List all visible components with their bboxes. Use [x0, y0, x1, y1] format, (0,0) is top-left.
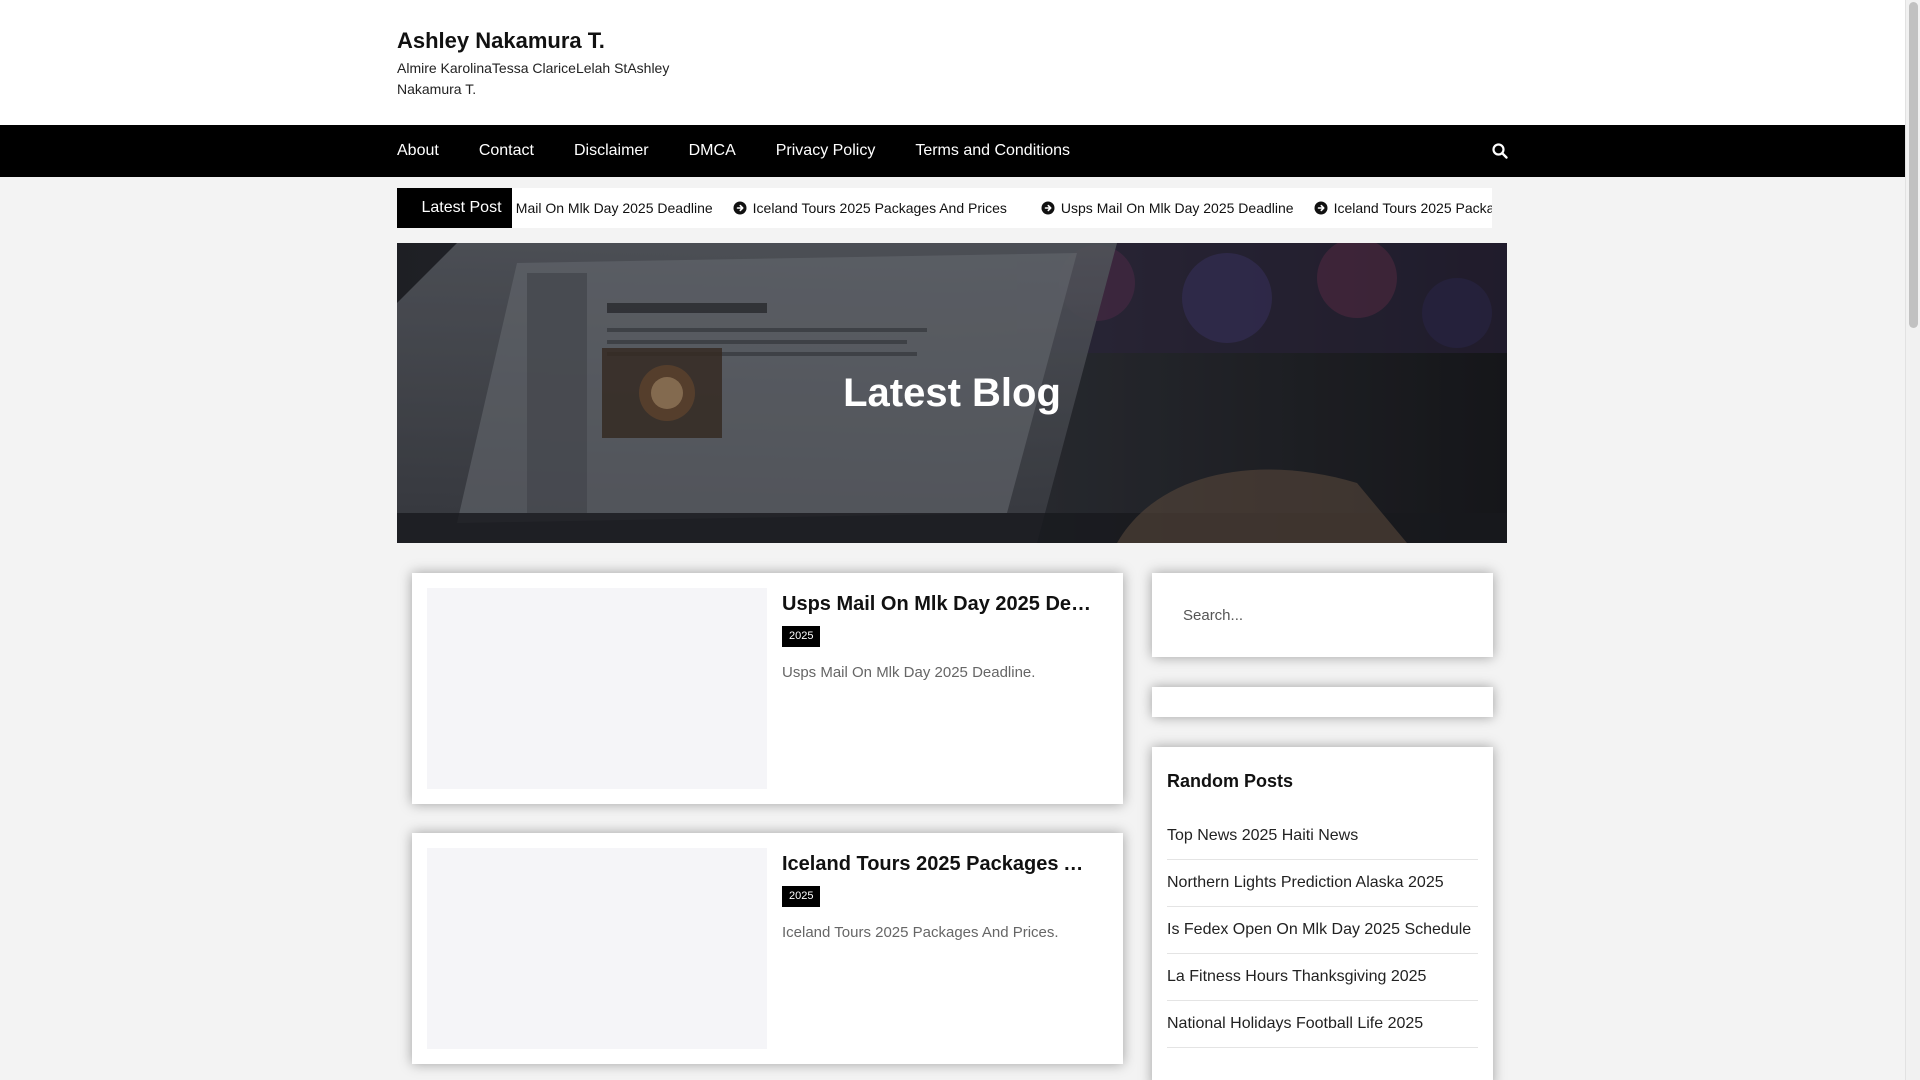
nav-item-terms[interactable]: Terms and Conditions [915, 142, 1070, 160]
random-posts-title: Random Posts [1167, 771, 1294, 791]
sidebar-search-widget [1152, 573, 1493, 657]
site-title[interactable]: Ashley Nakamura T. [397, 28, 605, 54]
page: Ashley Nakamura T. Almire KarolinaTessa … [0, 0, 1905, 1080]
ticker-item-label: Usps Mail On Mlk Day 2025 Deadline [1060, 200, 1294, 216]
nav-list: About Contact Disclaimer DMCA Privacy Po… [397, 125, 1110, 177]
ticker-item[interactable]: Iceland Tours 2025 Packages And Prices [1314, 200, 1492, 216]
arrow-circle-right-icon [1314, 201, 1328, 215]
random-post-link[interactable]: Top News 2025 Haiti News [1167, 813, 1478, 860]
ticker-item[interactable]: Usps Mail On Mlk Day 2025 Deadline [1041, 200, 1294, 216]
search-icon[interactable] [1491, 142, 1509, 160]
nav-item-disclaimer[interactable]: Disclaimer [574, 142, 649, 160]
nav-item-contact[interactable]: Contact [479, 142, 534, 160]
ticker-item-label: Usps Mail On Mlk Day 2025 Deadline [512, 200, 713, 216]
post-thumbnail[interactable] [427, 848, 767, 1049]
post-excerpt: Usps Mail On Mlk Day 2025 Deadline. [782, 664, 1036, 681]
ticker-item[interactable]: Iceland Tours 2025 Packages And Prices [733, 200, 1007, 216]
post-card: Usps Mail On Mlk Day 2025 Deadline 2025 … [412, 573, 1123, 804]
ticker-item[interactable]: Usps Mail On Mlk Day 2025 Deadline [512, 200, 713, 216]
random-posts-widget: Random Posts Top News 2025 Haiti News No… [1152, 747, 1493, 1080]
site-description: Almire KarolinaTessa ClariceLelah StAshl… [397, 60, 670, 97]
post-title[interactable]: Usps Mail On Mlk Day 2025 Deadline [782, 593, 1097, 616]
arrow-circle-right-icon [1041, 201, 1055, 215]
nav-item-dmca[interactable]: DMCA [689, 142, 736, 160]
arrow-circle-right-icon [733, 201, 747, 215]
post-category-badge[interactable]: 2025 [782, 886, 821, 907]
random-post-link[interactable]: Is Fedex Open On Mlk Day 2025 Schedule [1167, 907, 1478, 954]
random-post-link[interactable]: National Holidays Football Life 2025 [1167, 1001, 1478, 1048]
hero-title: Latest Blog [843, 370, 1061, 415]
latest-post-ticker: Latest Post Usps Mail On Mlk Day 2025 De… [397, 188, 1507, 228]
nav-item-privacy-policy[interactable]: Privacy Policy [776, 142, 876, 160]
random-post-link[interactable]: La Fitness Hours Thanksgiving 2025 [1167, 954, 1478, 1001]
random-posts-list: Top News 2025 Haiti News Northern Lights… [1167, 813, 1478, 1048]
post-card: Iceland Tours 2025 Packages And Prices 2… [412, 833, 1123, 1064]
hero-banner: Latest Blog [397, 243, 1507, 543]
scrollbar-thumb[interactable] [1909, 2, 1918, 328]
ticker-label: Latest Post [397, 188, 523, 228]
nav-item-about[interactable]: About [397, 142, 439, 160]
ticker-item-label: Iceland Tours 2025 Packages And Prices [1333, 200, 1492, 216]
page-scrollbar[interactable] [1905, 0, 1920, 1080]
post-title[interactable]: Iceland Tours 2025 Packages And Prices [782, 853, 1097, 876]
ticker-track: Usps Mail On Mlk Day 2025 Deadline Icela… [512, 188, 1492, 228]
site-header: Ashley Nakamura T. Almire KarolinaTessa … [0, 0, 1905, 125]
post-category-badge[interactable]: 2025 [782, 626, 821, 647]
search-input[interactable] [1167, 588, 1478, 642]
sidebar-empty-widget [1152, 687, 1493, 717]
ticker-item-label: Iceland Tours 2025 Packages And Prices [752, 200, 1007, 216]
post-excerpt: Iceland Tours 2025 Packages And Prices. [782, 924, 1059, 941]
ticker-items: Usps Mail On Mlk Day 2025 Deadline Icela… [512, 188, 1492, 228]
random-post-link[interactable]: Northern Lights Prediction Alaska 2025 [1167, 860, 1478, 907]
main-nav: About Contact Disclaimer DMCA Privacy Po… [0, 125, 1905, 177]
post-thumbnail[interactable] [427, 588, 767, 789]
